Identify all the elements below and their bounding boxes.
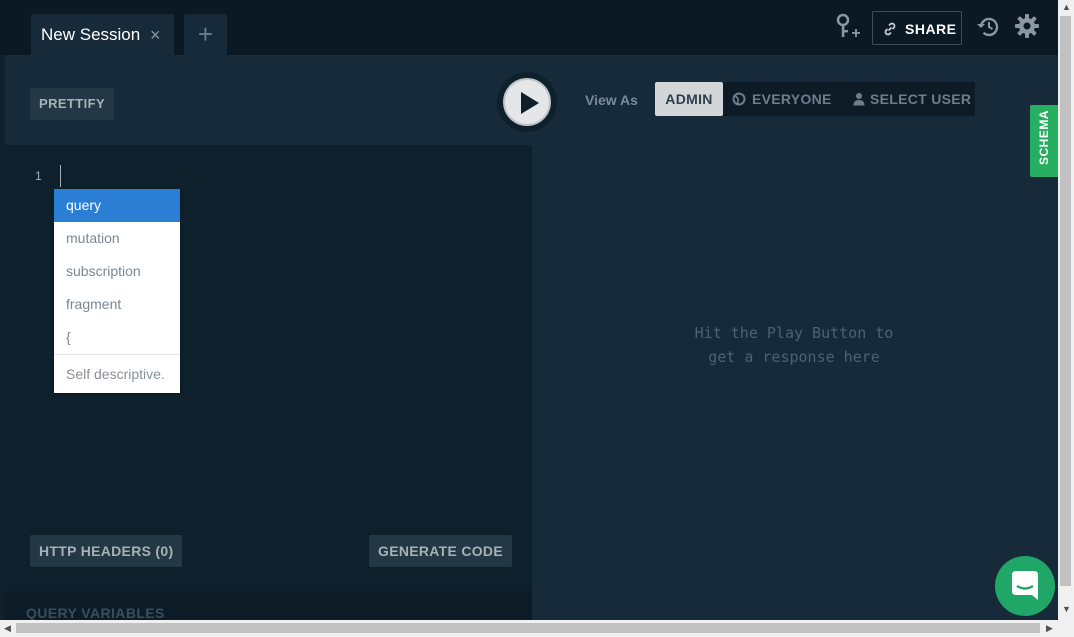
history-icon[interactable] bbox=[974, 12, 1004, 42]
horizontal-scroll-thumb[interactable] bbox=[16, 623, 1040, 633]
result-pane: View As ADMIN EVERYONE SELECT USER Hit t… bbox=[532, 55, 1058, 620]
schema-tab[interactable]: SCHEMA bbox=[1030, 105, 1058, 177]
share-label: SHARE bbox=[905, 21, 957, 37]
autocomplete-item-fragment[interactable]: fragment bbox=[54, 288, 180, 321]
autocomplete-dropdown: query mutation subscription fragment { S… bbox=[54, 189, 180, 393]
query-variables-title: QUERY VARIABLES bbox=[26, 605, 165, 620]
user-icon bbox=[853, 93, 865, 106]
play-icon bbox=[503, 78, 551, 126]
role-select-user-label: SELECT USER bbox=[870, 91, 972, 107]
result-placeholder: Hit the Play Button to get a response he… bbox=[672, 321, 916, 369]
role-everyone-label: EVERYONE bbox=[752, 91, 832, 107]
http-headers-button[interactable]: HTTP HEADERS (0) bbox=[30, 535, 183, 567]
link-icon bbox=[884, 22, 896, 36]
close-icon[interactable]: × bbox=[150, 25, 161, 45]
autocomplete-item-query[interactable]: query bbox=[54, 189, 180, 222]
add-tab-button[interactable]: + bbox=[184, 14, 227, 55]
placeholder-line-2: get a response here bbox=[708, 348, 880, 366]
tab-bar: New Session × + SHARE bbox=[0, 0, 1058, 55]
chat-icon bbox=[1012, 571, 1038, 600]
view-as-label: View As bbox=[585, 92, 638, 108]
globe-icon bbox=[732, 92, 746, 106]
playground-app: New Session × + SHARE PRETTIFY 1 query m… bbox=[0, 0, 1058, 620]
key-add-icon[interactable] bbox=[834, 13, 864, 41]
role-admin-label: ADMIN bbox=[665, 91, 713, 107]
chat-button[interactable] bbox=[995, 556, 1055, 616]
query-variables-bar[interactable]: QUERY VARIABLES bbox=[5, 591, 532, 620]
gear-icon[interactable] bbox=[1013, 12, 1041, 40]
text-cursor bbox=[60, 165, 61, 187]
line-number: 1 bbox=[35, 169, 42, 183]
role-selector: ADMIN EVERYONE SELECT USER bbox=[655, 82, 975, 116]
role-admin-button[interactable]: ADMIN bbox=[655, 82, 723, 116]
horizontal-scrollbar[interactable]: ◀ ▶ bbox=[0, 620, 1074, 637]
generate-code-button[interactable]: GENERATE CODE bbox=[369, 535, 512, 567]
tab-title: New Session bbox=[41, 25, 141, 44]
scroll-up-icon[interactable]: ▲ bbox=[1062, 2, 1071, 12]
autocomplete-item-brace[interactable]: { bbox=[54, 321, 180, 354]
role-select-user-button[interactable]: SELECT USER bbox=[850, 82, 971, 116]
scroll-left-icon[interactable]: ◀ bbox=[4, 623, 11, 634]
scroll-down-icon[interactable]: ▼ bbox=[1062, 604, 1071, 614]
tab-new-session[interactable]: New Session × bbox=[31, 14, 174, 55]
role-everyone-button[interactable]: EVERYONE bbox=[732, 82, 832, 116]
share-button[interactable]: SHARE bbox=[872, 11, 962, 45]
query-editor-pane: PRETTIFY 1 query mutation subscription f… bbox=[5, 55, 532, 620]
autocomplete-item-mutation[interactable]: mutation bbox=[54, 222, 180, 255]
autocomplete-description: Self descriptive. bbox=[54, 354, 180, 393]
vertical-scroll-thumb[interactable] bbox=[1060, 16, 1071, 586]
placeholder-line-1: Hit the Play Button to bbox=[694, 324, 894, 342]
vertical-scrollbar[interactable]: ▲ ▼ bbox=[1058, 0, 1074, 620]
scroll-right-icon[interactable]: ▶ bbox=[1046, 623, 1053, 634]
autocomplete-item-subscription[interactable]: subscription bbox=[54, 255, 180, 288]
prettify-button[interactable]: PRETTIFY bbox=[30, 88, 115, 120]
schema-label: SCHEMA bbox=[1037, 109, 1051, 165]
play-button[interactable] bbox=[497, 72, 557, 132]
